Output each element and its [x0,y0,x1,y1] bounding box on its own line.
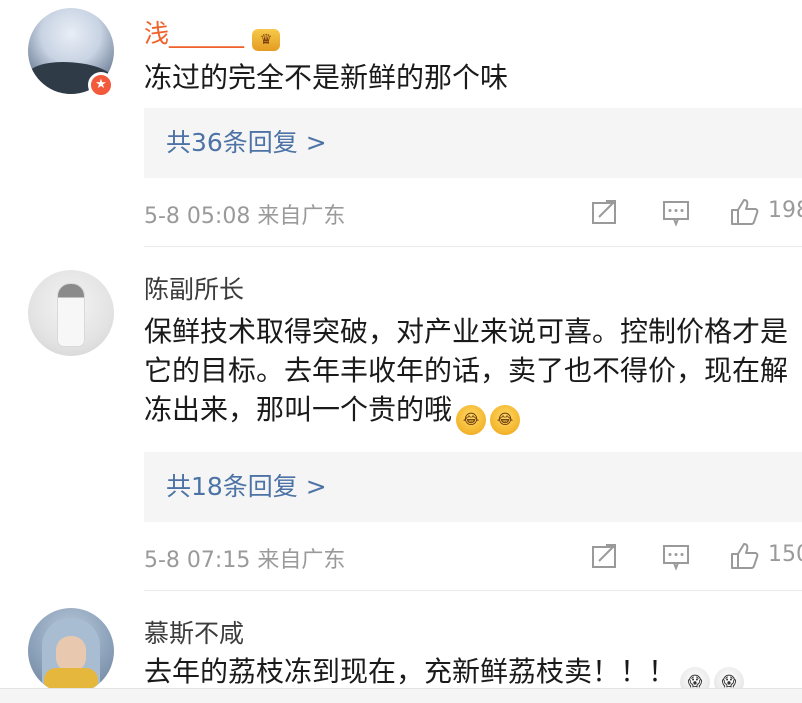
comment-author[interactable]: 浅______ ♛ [144,14,281,51]
reply-summary[interactable]: 共36条回复 > [144,108,802,178]
avatar[interactable] [28,608,114,694]
comment-text: 保鲜技术取得突破，对产业来说可喜。控制价格才是它的目标。去年丰收年的话，卖了也不… [144,312,794,435]
comment-actions: 198 [588,196,802,228]
comment-icon[interactable] [660,196,692,228]
reply-summary[interactable]: 共18条回复 > [144,452,802,522]
avatar[interactable] [28,270,114,356]
repost-icon[interactable] [588,196,620,228]
avatar-face [56,636,86,672]
comment-body: 冻过的完全不是新鲜的那个味 [144,61,509,94]
divider [144,246,802,247]
comment-author[interactable]: 慕斯不咸 [144,614,244,650]
like-count: 150 [768,542,802,567]
like-count: 198 [768,198,802,223]
comment-actions: 150 [588,540,802,572]
vip-badge-icon: ★ [88,72,114,98]
comment-icon[interactable] [660,540,692,572]
comment-body: 去年的荔枝冻到现在，充新鲜荔枝卖！！！ [144,655,677,688]
reply-count-link[interactable]: 共36条回复 > [166,108,327,178]
bottom-input-bar[interactable] [0,688,802,703]
comment-meta: 5-8 07:15 来自广东 [144,548,346,573]
author-name[interactable]: 浅______ [144,19,244,48]
avatar-figure [58,284,84,346]
crown-icon: ♛ [252,29,281,51]
reply-count-link[interactable]: 共18条回复 > [166,452,327,522]
comment-meta: 5-8 05:08 来自广东 [144,204,346,229]
like-icon[interactable] [728,196,760,228]
divider [144,590,802,591]
laugh-cry-emoji: 😂 [490,405,521,435]
comment-text: 冻过的完全不是新鲜的那个味 [144,58,794,97]
laugh-cry-emoji: 😂 [456,405,487,435]
repost-icon[interactable] [588,540,620,572]
like-icon[interactable] [728,540,760,572]
comment-author[interactable]: 陈副所长 [144,270,244,306]
